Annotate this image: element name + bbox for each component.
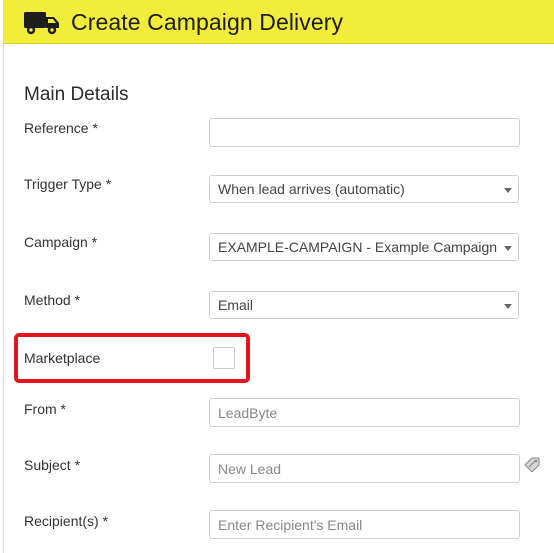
campaign-select[interactable]: EXAMPLE-CAMPAIGN - Example Campaign: [209, 233, 519, 261]
recipients-input[interactable]: [209, 510, 520, 539]
from-input[interactable]: [209, 398, 520, 427]
method-select[interactable]: Email: [209, 291, 519, 319]
chevron-down-icon: [504, 304, 512, 309]
chevron-down-icon: [504, 188, 512, 193]
method-value: Email: [218, 297, 254, 313]
trigger-type-select[interactable]: When lead arrives (automatic): [209, 175, 519, 203]
campaign-label: Campaign *: [24, 234, 98, 250]
tag-icon[interactable]: [523, 456, 541, 472]
from-label: From *: [24, 401, 66, 417]
reference-label: Reference *: [24, 120, 98, 136]
marketplace-highlight: [14, 333, 250, 383]
section-title: Main Details: [24, 84, 129, 105]
truck-icon: [24, 12, 59, 35]
subject-input[interactable]: [209, 454, 520, 483]
create-campaign-delivery-page: Create Campaign Delivery Main Details Re…: [0, 0, 554, 553]
recipients-label: Recipient(s) *: [24, 513, 109, 529]
chevron-down-icon: [504, 246, 512, 251]
page-title: Create Campaign Delivery: [71, 9, 344, 35]
trigger-type-label: Trigger Type *: [24, 176, 112, 192]
campaign-value: EXAMPLE-CAMPAIGN - Example Campaign: [218, 239, 498, 255]
method-label: Method *: [24, 292, 81, 308]
subject-label: Subject *: [24, 457, 81, 473]
page-header: Create Campaign Delivery: [3, 0, 554, 44]
reference-input[interactable]: [209, 118, 520, 147]
trigger-type-value: When lead arrives (automatic): [218, 181, 405, 197]
